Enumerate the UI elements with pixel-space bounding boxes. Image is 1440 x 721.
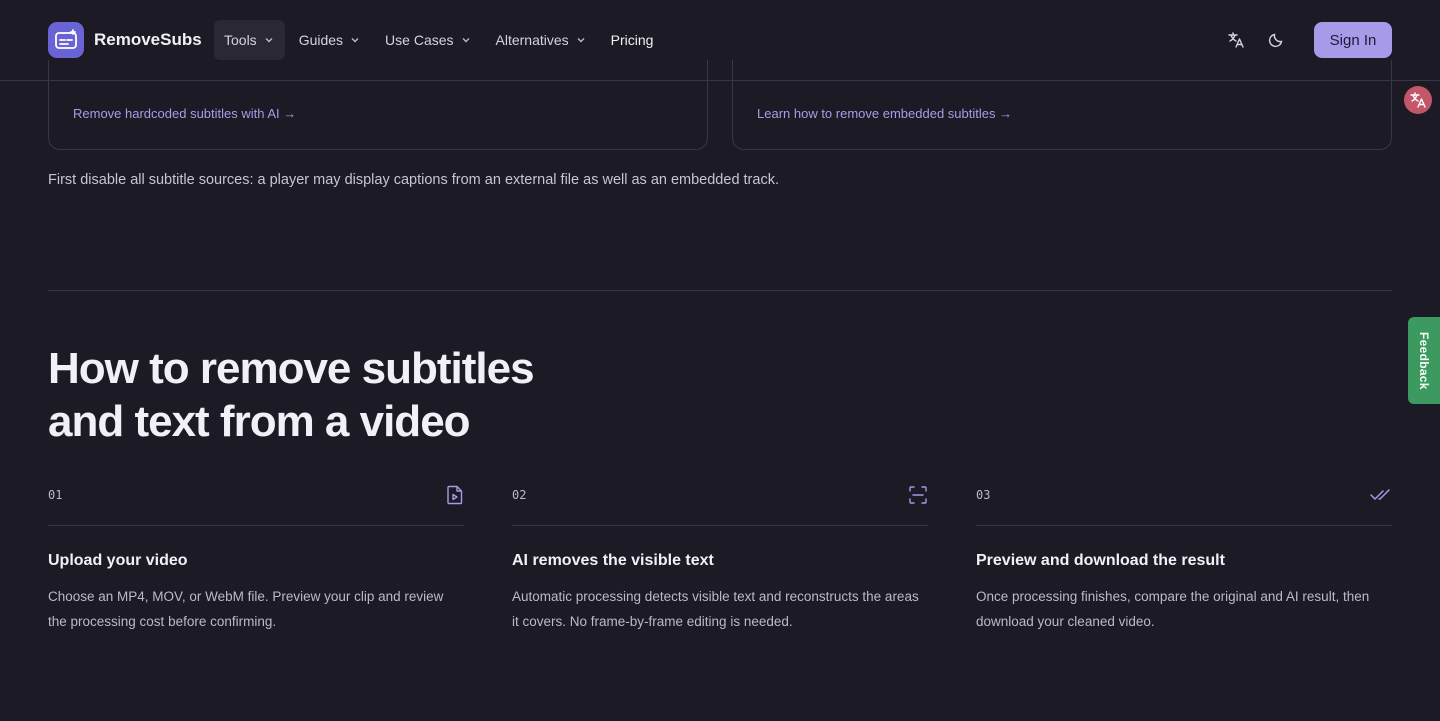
subtitle-sources-note: First disable all subtitle sources: a pl…	[48, 172, 779, 188]
chevron-down-icon	[351, 38, 359, 43]
step-divider	[48, 525, 464, 526]
translate-icon	[1410, 92, 1426, 108]
video-file-icon	[447, 485, 463, 505]
feedback-tab[interactable]: Feedback	[1408, 317, 1440, 404]
step-number: 01	[48, 488, 63, 502]
step-title: AI removes the visible text	[512, 552, 714, 569]
chevron-down-icon	[462, 38, 470, 43]
menu-tools-label: Tools	[224, 32, 257, 48]
moon-icon	[1268, 33, 1283, 48]
step-title: Preview and download the result	[976, 552, 1225, 569]
translate-widget-button[interactable]	[1404, 86, 1432, 114]
step-divider	[512, 525, 928, 526]
subtitles-logo-icon	[48, 22, 84, 58]
menu-alternatives-label: Alternatives	[495, 32, 569, 48]
menu-alternatives[interactable]: Alternatives	[486, 20, 597, 60]
step-number: 02	[512, 488, 527, 502]
sign-in-button[interactable]: Sign In	[1314, 22, 1392, 58]
chevron-down-icon	[577, 38, 585, 43]
main-menu: Tools Guides Use Cases Alternatives Pric…	[214, 20, 667, 60]
step-card: 02 AI removes the visible text Automatic…	[512, 480, 928, 634]
info-card-embedded: Learn how to remove embedded subtitles →	[732, 60, 1392, 150]
menu-guides[interactable]: Guides	[289, 20, 371, 60]
step-number: 03	[976, 488, 991, 502]
step-card: 01 Upload your video Choose an MP4, MOV,…	[48, 480, 464, 634]
step-title: Upload your video	[48, 552, 188, 569]
section-divider	[48, 290, 1392, 291]
double-check-icon	[1370, 489, 1390, 500]
menu-use-cases[interactable]: Use Cases	[375, 20, 481, 60]
menu-tools[interactable]: Tools	[214, 20, 285, 60]
translate-icon	[1228, 32, 1244, 48]
brand-logo[interactable]: RemoveSubs	[48, 22, 202, 58]
menu-pricing[interactable]: Pricing	[601, 20, 664, 60]
remove-hardcoded-link[interactable]: Remove hardcoded subtitles with AI →	[73, 106, 296, 121]
step-description: Choose an MP4, MOV, or WebM file. Previe…	[48, 589, 444, 629]
step-description: Automatic processing detects visible tex…	[512, 589, 919, 629]
menu-guides-label: Guides	[298, 32, 344, 48]
remove-embedded-link[interactable]: Learn how to remove embedded subtitles →	[757, 106, 1012, 121]
step-description: Once processing finishes, compare the or…	[976, 589, 1370, 629]
brand-name: RemoveSubs	[94, 30, 202, 49]
language-button[interactable]	[1218, 22, 1254, 58]
nav-actions: Sign In	[1218, 22, 1392, 58]
step-divider	[976, 525, 1392, 526]
how-to-heading: How to remove subtitles and text from a …	[48, 344, 535, 446]
menu-use-cases-label: Use Cases	[385, 32, 454, 48]
feedback-label: Feedback	[1417, 331, 1431, 390]
info-card-hardcoded: Remove hardcoded subtitles with AI →	[48, 60, 708, 150]
theme-toggle-button[interactable]	[1258, 22, 1294, 58]
scan-icon	[909, 486, 927, 504]
chevron-down-icon	[265, 38, 273, 43]
step-card: 03 Preview and download the result Once …	[976, 480, 1392, 634]
